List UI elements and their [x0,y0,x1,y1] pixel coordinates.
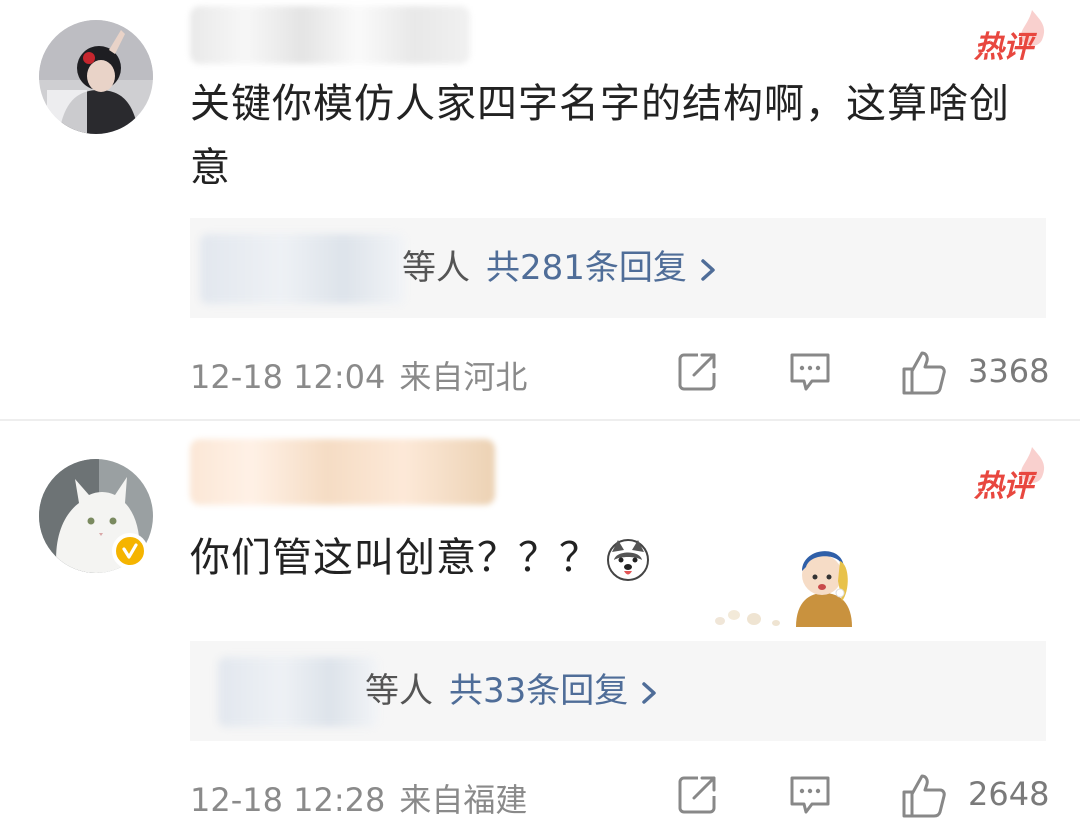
like-count: 2648 [968,775,1050,813]
like-count: 3368 [968,352,1050,390]
reply-summary[interactable]: 等人 共281条回复 [190,218,1046,318]
avatar[interactable] [39,20,153,134]
comment-icon[interactable] [788,772,832,816]
hot-comment-badge: 热评 [974,469,1033,504]
reply-count-link[interactable]: 共281条回复 [486,248,687,288]
timestamp: 12-18 12:28 [190,781,386,819]
comment-meta: 12-18 12:28 来自福建 [190,775,527,821]
username-blurred[interactable] [190,6,470,64]
hot-comment-badge: 热评 [974,30,1033,65]
location: 来自福建 [399,781,528,819]
husky-emoji-icon [607,539,649,581]
comment-meta: 12-18 12:04 来自河北 [190,352,527,398]
comment-item: 热评 关键你模仿人家四字名字的结构啊，这算啥创意 等人 共281条回复 12-18… [0,0,1080,420]
reply-summary[interactable]: 等人 共33条回复 [190,641,1046,741]
verified-badge-icon [112,533,148,569]
timestamp: 12-18 12:04 [190,358,386,396]
reply-users-suffix: 等人 [402,248,470,288]
comment-text: 你们管这叫创意？？？ [190,535,600,581]
reply-users-suffix: 等人 [365,671,433,711]
thumbs-up-icon[interactable] [900,772,948,820]
chevron-right-icon[interactable] [697,253,719,287]
comment-text-row: 你们管这叫创意？？？ [190,526,1050,590]
replier-names-blurred [200,234,405,304]
share-icon[interactable] [676,772,720,816]
share-icon[interactable] [676,349,720,393]
chevron-right-icon[interactable] [638,676,660,710]
comment-icon[interactable] [788,349,832,393]
comment-sticker-decoration [715,551,852,627]
username-blurred[interactable] [190,439,495,505]
location: 来自河北 [399,358,528,396]
comment-item: 热评 你们管这叫创意？？？ 等人共33条回复 12-18 12:28 来自福建 [0,421,1080,824]
thumbs-up-icon[interactable] [900,349,948,397]
replier-names-blurred [218,657,378,727]
comment-text: 关键你模仿人家四字名字的结构啊，这算啥创意 [190,81,1010,191]
reply-count-link[interactable]: 共33条回复 [449,671,628,711]
